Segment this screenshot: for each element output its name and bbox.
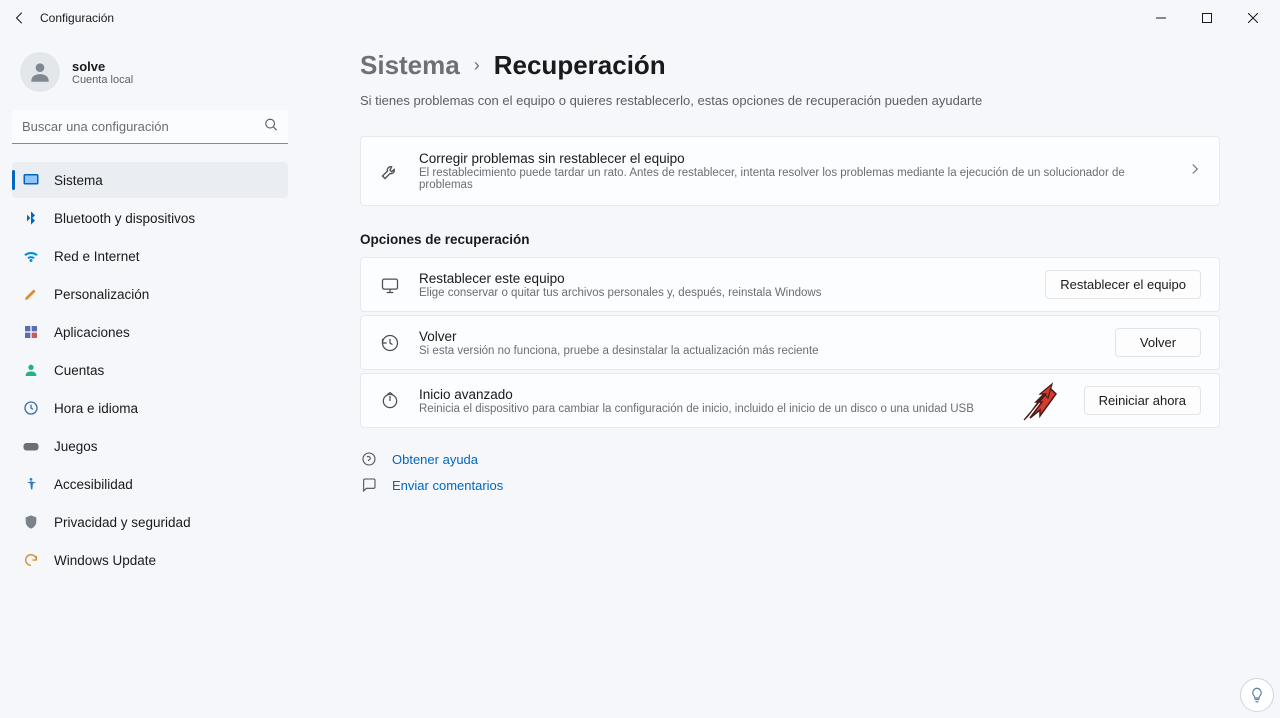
accessibility-icon [22, 475, 40, 493]
reset-pc-icon [379, 274, 401, 296]
help-icon [360, 450, 378, 468]
sidebar-item-label: Personalización [54, 287, 149, 302]
fix-without-reset-card[interactable]: Corregir problemas sin restablecer el eq… [360, 136, 1220, 206]
breadcrumb: Sistema › Recuperación [360, 50, 1220, 81]
sidebar-item-accounts[interactable]: Cuentas [12, 352, 288, 388]
clock-globe-icon [22, 399, 40, 417]
maximize-icon [1202, 13, 1212, 23]
breadcrumb-parent[interactable]: Sistema [360, 50, 460, 81]
fix-card-title: Corregir problemas sin restablecer el eq… [419, 151, 1171, 166]
reset-pc-button[interactable]: Restablecer el equipo [1045, 270, 1201, 299]
go-back-card: Volver Si esta versión no funciona, prue… [360, 315, 1220, 370]
sidebar-item-privacy[interactable]: Privacidad y seguridad [12, 504, 288, 540]
go-back-title: Volver [419, 329, 1097, 344]
minimize-button[interactable] [1138, 0, 1184, 36]
reset-pc-card: Restablecer este equipo Elige conservar … [360, 257, 1220, 312]
avatar [20, 52, 60, 92]
minimize-icon [1156, 13, 1166, 23]
sidebar-item-label: Aplicaciones [54, 325, 130, 340]
user-icon [27, 59, 53, 85]
history-icon [379, 332, 401, 354]
sidebar-item-label: Sistema [54, 173, 103, 188]
gaming-icon [22, 437, 40, 455]
go-back-desc: Si esta versión no funciona, pruebe a de… [419, 345, 1097, 357]
sidebar-item-gaming[interactable]: Juegos [12, 428, 288, 464]
close-icon [1248, 13, 1258, 23]
sidebar-item-label: Privacidad y seguridad [54, 515, 191, 530]
maximize-button[interactable] [1184, 0, 1230, 36]
sidebar-item-update[interactable]: Windows Update [12, 542, 288, 578]
window-title: Configuración [40, 11, 114, 25]
sidebar-item-label: Accesibilidad [54, 477, 133, 492]
fix-card-desc: El restablecimiento puede tardar un rato… [419, 167, 1171, 191]
reset-pc-title: Restablecer este equipo [419, 271, 1027, 286]
recovery-options-header: Opciones de recuperación [360, 232, 1220, 247]
lightbulb-icon [1248, 686, 1266, 704]
chevron-right-icon [1189, 162, 1201, 180]
get-help-link[interactable]: Obtener ayuda [392, 452, 478, 467]
system-icon [22, 171, 40, 189]
advanced-startup-title: Inicio avanzado [419, 387, 1066, 402]
user-name: solve [72, 59, 133, 74]
send-feedback-link[interactable]: Enviar comentarios [392, 478, 503, 493]
wifi-icon [22, 247, 40, 265]
sidebar-item-label: Hora e idioma [54, 401, 138, 416]
page-title: Recuperación [494, 50, 666, 81]
brush-icon [22, 285, 40, 303]
chevron-right-icon: › [474, 55, 480, 76]
back-arrow-icon [13, 11, 27, 25]
search-icon [264, 118, 278, 137]
user-block[interactable]: solve Cuenta local [12, 42, 288, 110]
advanced-startup-card: Inicio avanzado Reinicia el dispositivo … [360, 373, 1220, 428]
sidebar-item-personalization[interactable]: Personalización [12, 276, 288, 312]
sidebar-item-label: Red e Internet [54, 249, 140, 264]
shield-icon [22, 513, 40, 531]
tips-button[interactable] [1240, 678, 1274, 712]
sidebar-item-bluetooth[interactable]: Bluetooth y dispositivos [12, 200, 288, 236]
back-button[interactable] [4, 2, 36, 34]
sidebar-item-network[interactable]: Red e Internet [12, 238, 288, 274]
sidebar-item-time[interactable]: Hora e idioma [12, 390, 288, 426]
restart-now-button[interactable]: Reiniciar ahora [1084, 386, 1201, 415]
close-button[interactable] [1230, 0, 1276, 36]
search-input[interactable] [12, 110, 288, 144]
page-subtitle: Si tienes problemas con el equipo o quie… [360, 93, 1220, 108]
bluetooth-icon [22, 209, 40, 227]
user-subtitle: Cuenta local [72, 74, 133, 86]
wrench-icon [379, 160, 401, 182]
advanced-startup-desc: Reinicia el dispositivo para cambiar la … [419, 403, 1066, 415]
account-icon [22, 361, 40, 379]
go-back-button[interactable]: Volver [1115, 328, 1201, 357]
sidebar-item-apps[interactable]: Aplicaciones [12, 314, 288, 350]
sidebar-item-label: Windows Update [54, 553, 156, 568]
feedback-icon [360, 476, 378, 494]
sidebar-item-sistema[interactable]: Sistema [12, 162, 288, 198]
sidebar-item-label: Cuentas [54, 363, 104, 378]
power-restart-icon [379, 390, 401, 412]
sidebar-item-label: Bluetooth y dispositivos [54, 211, 195, 226]
sidebar-item-label: Juegos [54, 439, 98, 454]
apps-icon [22, 323, 40, 341]
reset-pc-desc: Elige conservar o quitar tus archivos pe… [419, 287, 1027, 299]
sidebar-item-accessibility[interactable]: Accesibilidad [12, 466, 288, 502]
update-icon [22, 551, 40, 569]
